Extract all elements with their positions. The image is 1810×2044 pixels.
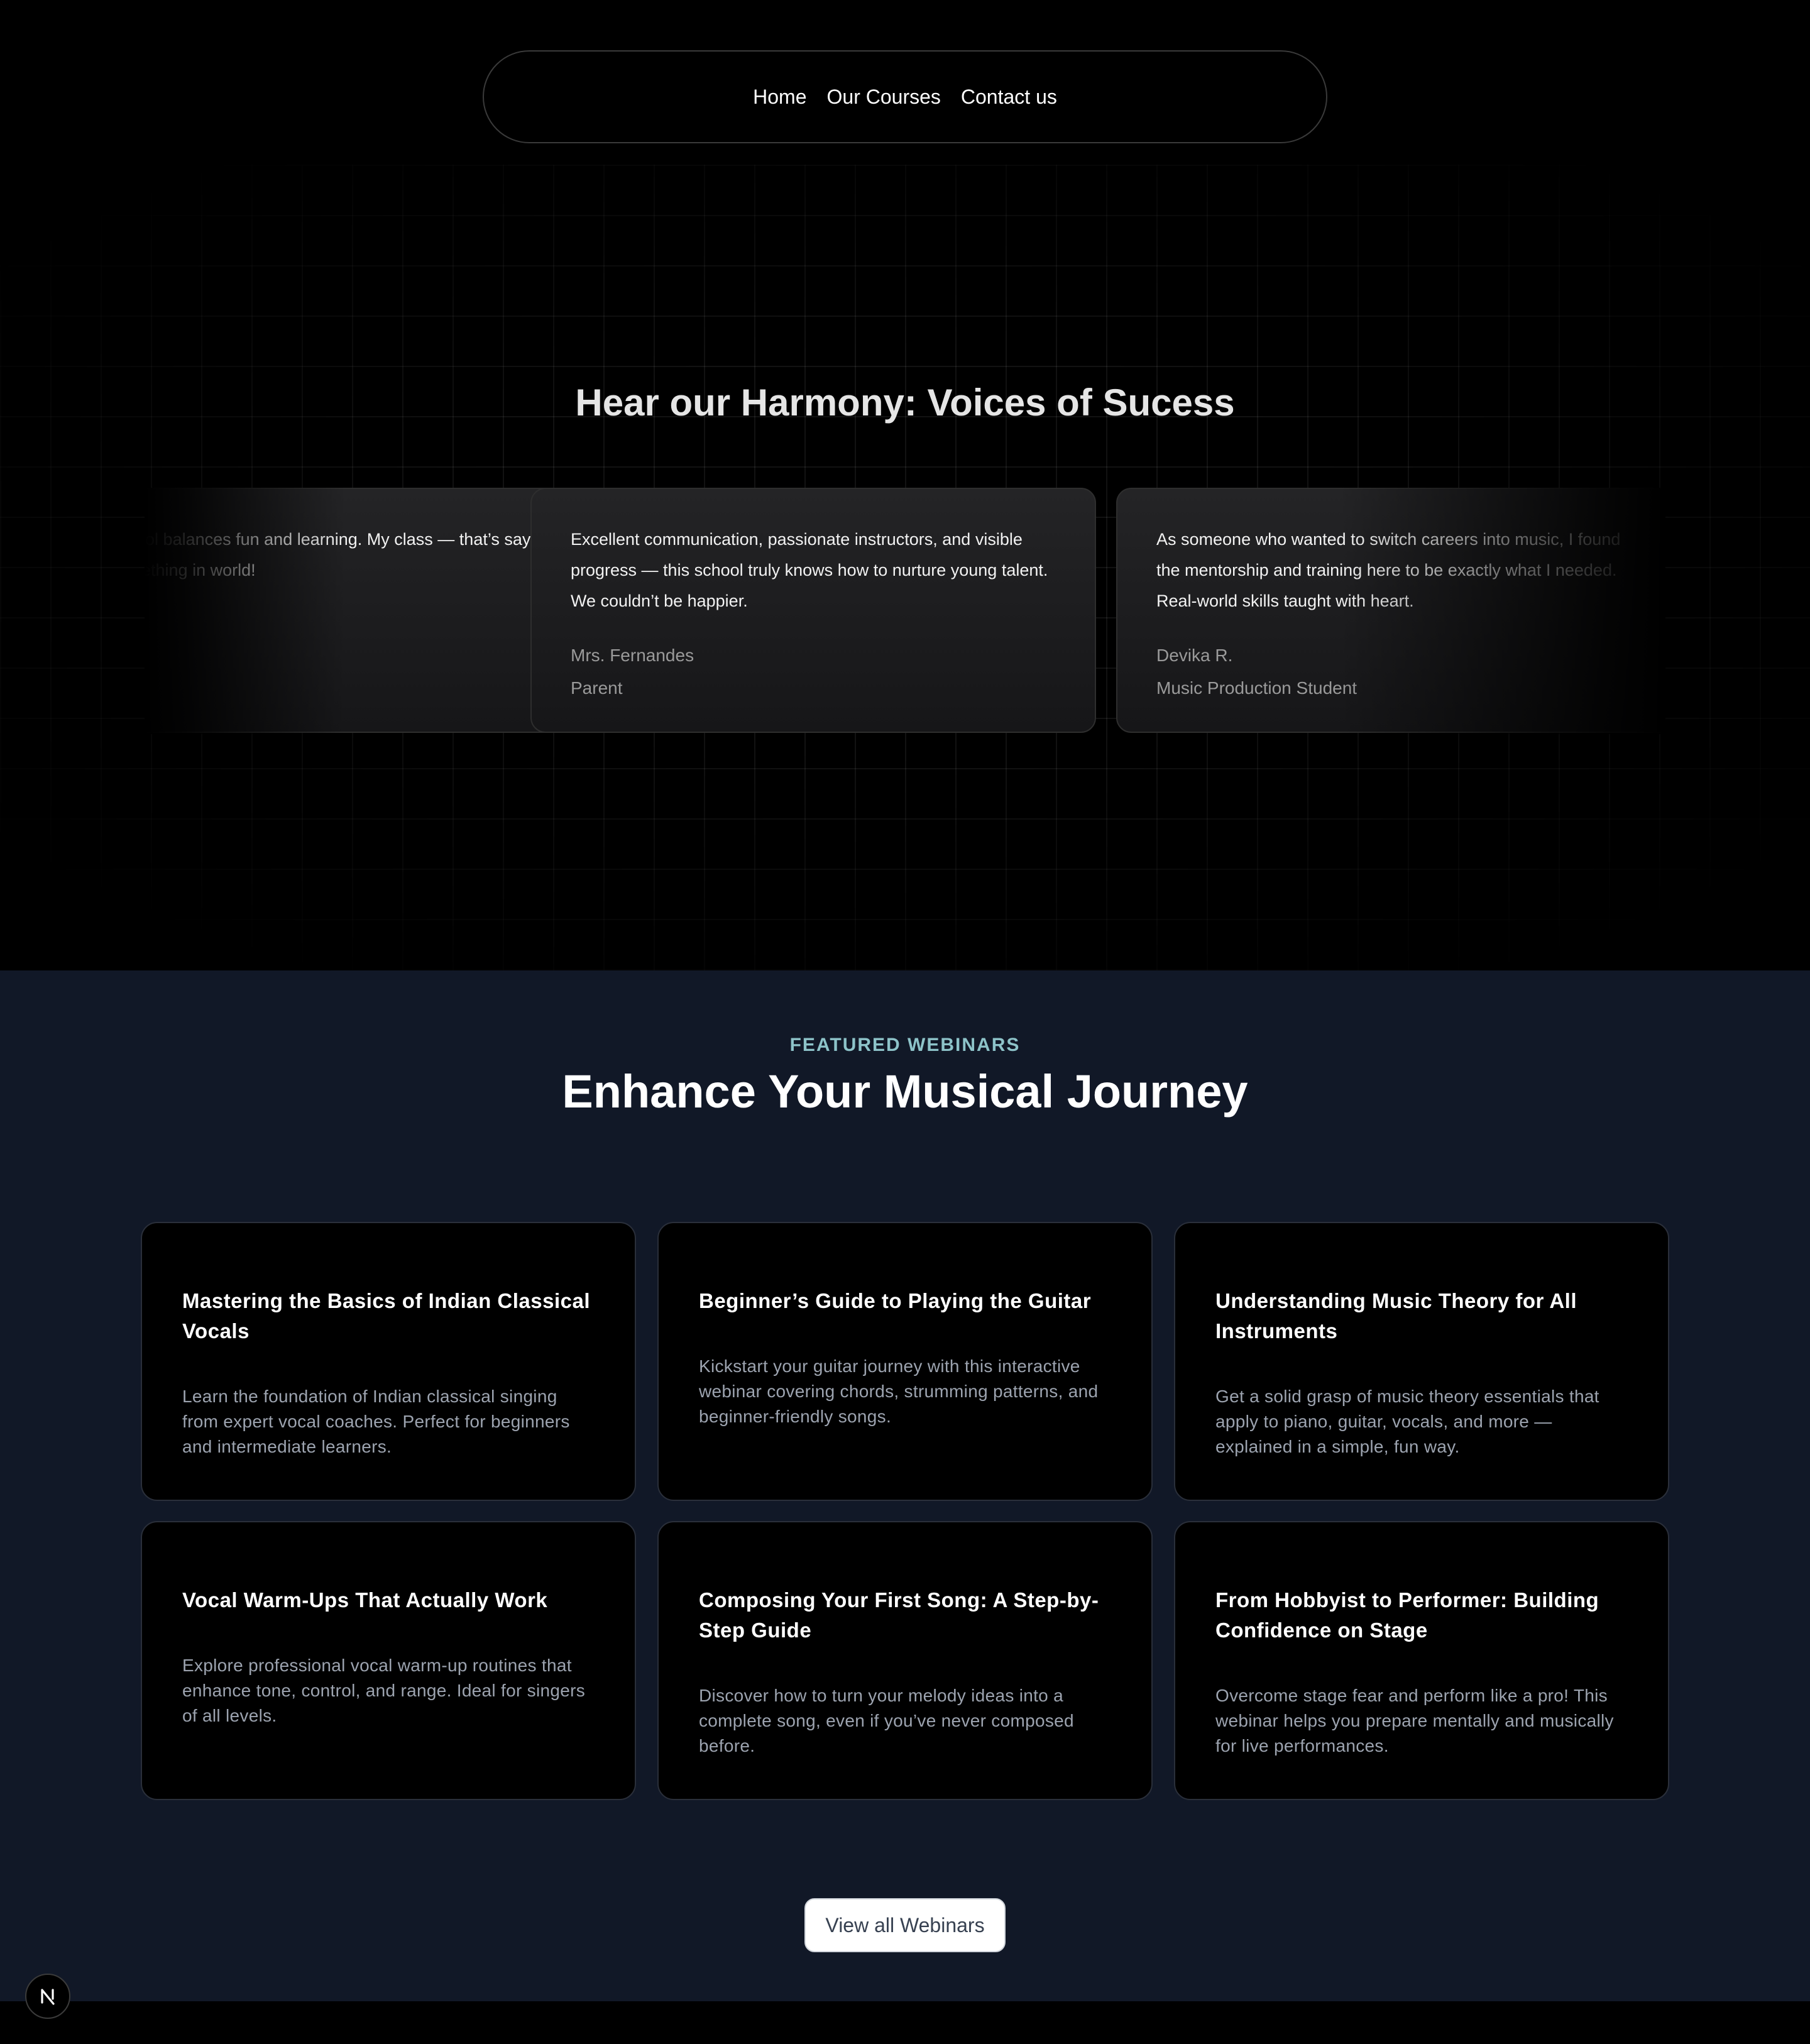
view-all-webinars-button[interactable]: View all Webinars [804,1898,1006,1952]
webinar-card[interactable]: Composing Your First Song: A Step-by-Ste… [657,1521,1153,1800]
testimonials-title: Hear our Harmony: Voices of Sucess [575,382,1235,424]
testimonial-name: Devika R. [1156,646,1233,665]
testimonial-quote: Excellent communication, passionate inst… [571,530,1048,610]
webinars-title: Enhance Your Musical Journey [562,1065,1248,1118]
testimonial-carousel[interactable]: school balances fun and learning. My cla… [145,488,1665,734]
webinars-eyebrow: FEATURED WEBINARS [789,1035,1021,1055]
nav-home-link[interactable]: Home [753,85,806,109]
webinar-card[interactable]: Understanding Music Theory for All Instr… [1174,1222,1669,1501]
testimonial-card: As someone who wanted to switch careers … [1116,488,1665,733]
testimonial-quote: school balances fun and learning. My cla… [145,530,554,580]
testimonial-card: Excellent communication, passionate inst… [530,488,1096,733]
testimonial-role: Music Production Student [1156,678,1358,698]
webinar-card[interactable]: Mastering the Basics of Indian Classical… [141,1222,636,1501]
webinar-card-description: Kickstart your guitar journey with this … [699,1356,1099,1426]
webinar-card-description: Explore professional vocal warm-up routi… [182,1656,586,1725]
webinar-card-description: Learn the foundation of Indian classical… [182,1387,570,1456]
testimonial-quote: As someone who wanted to switch careers … [1156,530,1621,610]
footer-strip [0,2001,1810,2044]
webinar-card-title: Mastering the Basics of Indian Classical… [182,1289,591,1343]
nav-our-courses-link[interactable]: Our Courses [827,85,941,109]
webinar-card-title: Vocal Warm-Ups That Actually Work [182,1588,548,1612]
top-navbar: Home Our Courses Contact us [483,50,1327,143]
nav-contact-us-link[interactable]: Contact us [961,85,1057,109]
nextjs-n-glyph [41,1989,55,2005]
testimonial-role: Parent [571,678,623,698]
webinar-card[interactable]: Beginner’s Guide to Playing the Guitar K… [657,1222,1153,1501]
webinar-card-title: Understanding Music Theory for All Instr… [1215,1289,1577,1343]
webinars-section: FEATURED WEBINARS Enhance Your Musical J… [0,970,1810,2001]
webinar-card[interactable]: From Hobbyist to Performer: Building Con… [1174,1521,1669,1800]
testimonials-section: Home Our Courses Contact us Hear our Har… [0,0,1810,970]
webinar-card-description: Overcome stage fear and perform like a p… [1215,1686,1614,1756]
webinar-card-title: Beginner’s Guide to Playing the Guitar [699,1289,1092,1312]
testimonial-name: Mrs. Fernandes [571,646,694,665]
nextjs-logo-icon[interactable] [25,1974,70,2019]
webinar-card[interactable]: Vocal Warm-Ups That Actually Work Explor… [141,1521,636,1800]
webinar-card-description: Get a solid grasp of music theory essent… [1215,1387,1599,1456]
webinar-card-title: Composing Your First Song: A Step-by-Ste… [699,1588,1099,1642]
webinar-card-description: Discover how to turn your melody ideas i… [699,1686,1074,1756]
webinar-card-title: From Hobbyist to Performer: Building Con… [1215,1588,1599,1642]
